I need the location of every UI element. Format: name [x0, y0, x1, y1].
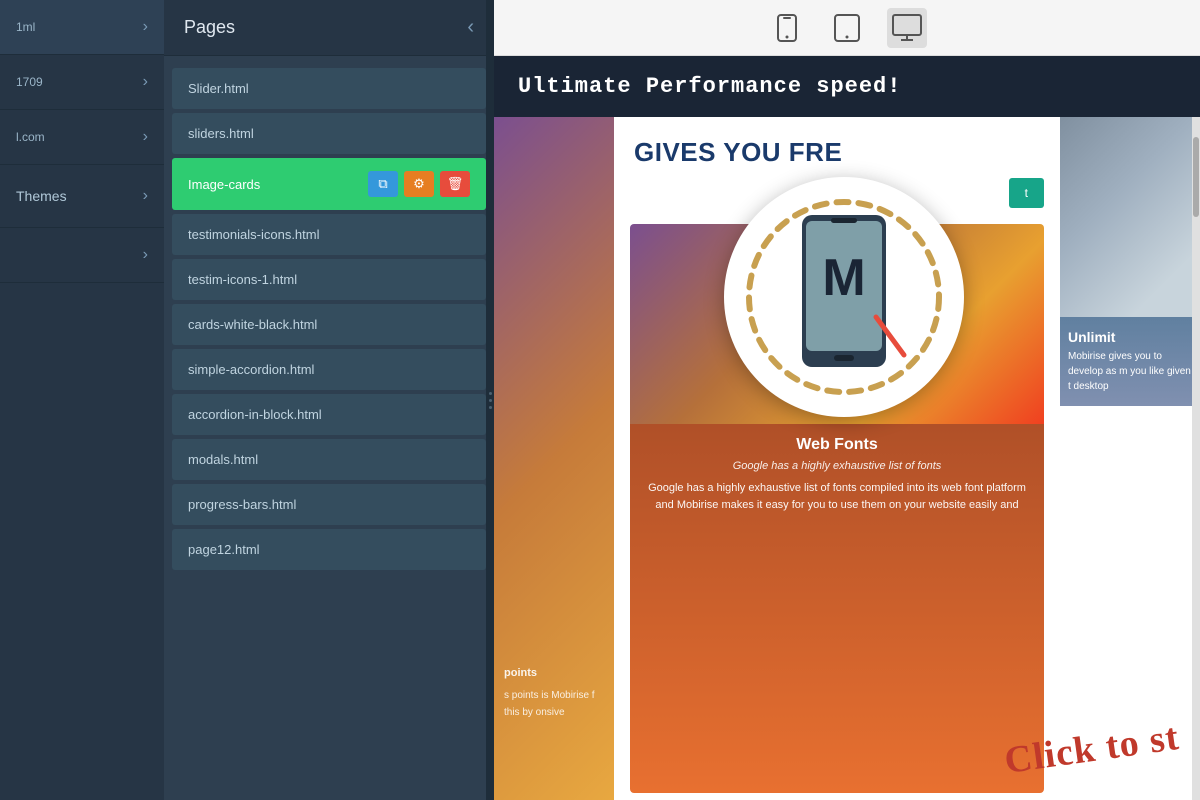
page-settings-button[interactable]: ⚙: [404, 171, 434, 197]
preview-card-1-subtitle: Google has a highly exhaustive list of f…: [642, 460, 1032, 472]
page-item-cards-white-black[interactable]: cards-white-black.html: [172, 304, 486, 345]
page-item-label: progress-bars.html: [188, 497, 296, 512]
sidebar-item-1-label: 1ml: [16, 20, 35, 34]
sidebar-item-3-label: l.com: [16, 130, 45, 144]
chevron-right-icon: ›: [143, 128, 148, 146]
page-item-label: page12.html: [188, 542, 260, 557]
preview-left-text: points s points is Mobirise f this by on…: [504, 665, 604, 721]
page-item-progress-bars[interactable]: progress-bars.html: [172, 484, 486, 525]
pages-panel-title: Pages: [184, 17, 235, 38]
page-item-testimonials[interactable]: testimonials-icons.html: [172, 214, 486, 255]
magnify-overlay: M: [724, 177, 964, 417]
preview-right-partial-image: [1060, 117, 1200, 317]
svg-text:M: M: [822, 249, 865, 307]
preview-right-partial-column: Unlimit Mobirise gives you to develop as…: [1060, 117, 1200, 800]
preview-left-text-2: s points is Mobirise f this by onsive: [504, 687, 604, 721]
preview-card-1-text: Google has a highly exhaustive list of f…: [642, 480, 1032, 513]
mobile-icon: [776, 14, 798, 42]
copy-page-button[interactable]: ⧉: [368, 171, 398, 197]
preview-right-partial-body: Unlimit Mobirise gives you to develop as…: [1060, 317, 1200, 406]
banner-headline: Ultimate Performance speed!: [518, 74, 901, 99]
resize-dots: [486, 0, 494, 800]
preview-cta-button: t: [1009, 178, 1044, 208]
preview-main-section: points s points is Mobirise f this by on…: [494, 117, 1200, 800]
close-icon[interactable]: ‹: [467, 16, 474, 39]
sidebar-item-themes-label: Themes: [16, 188, 67, 204]
sidebar-item-2-label: 1709: [16, 75, 43, 89]
chevron-right-icon: ›: [143, 73, 148, 91]
magnify-phone-svg: M: [734, 187, 954, 407]
preview-card-1-title: Web Fonts: [642, 436, 1032, 454]
sidebar-item-1[interactable]: 1ml ›: [0, 0, 164, 55]
page-item-label: modals.html: [188, 452, 258, 467]
page-item-label: accordion-in-block.html: [188, 407, 322, 422]
sidebar-item-2[interactable]: 1709 ›: [0, 55, 164, 110]
resize-handle[interactable]: [486, 0, 494, 800]
page-item-image-cards[interactable]: Image-cards ⧉ ⚙ 🗑: [172, 158, 486, 210]
preview-content: Ultimate Performance speed! points s poi…: [494, 56, 1200, 800]
resize-dot: [489, 399, 492, 402]
page-item-label: simple-accordion.html: [188, 362, 314, 377]
tablet-icon: [834, 14, 860, 42]
page-item-label: Slider.html: [188, 81, 249, 96]
chevron-right-icon: ›: [143, 187, 148, 205]
preview-banner: Ultimate Performance speed!: [494, 56, 1200, 117]
page-item-simple-accordion[interactable]: simple-accordion.html: [172, 349, 486, 390]
page-item-sliders[interactable]: sliders.html: [172, 113, 486, 154]
resize-dot: [489, 406, 492, 409]
page-item-label: testimonials-icons.html: [188, 227, 320, 242]
page-item-testim-icons-1[interactable]: testim-icons-1.html: [172, 259, 486, 300]
page-item-modals[interactable]: modals.html: [172, 439, 486, 480]
tablet-device-button[interactable]: [827, 8, 867, 48]
page-item-slider[interactable]: Slider.html: [172, 68, 486, 109]
sidebar-item-3[interactable]: l.com ›: [0, 110, 164, 165]
phone-icon-container: M: [732, 185, 956, 409]
preview-card-1-body: Web Fonts Google has a highly exhaustive…: [630, 424, 1044, 793]
pages-panel: Pages ‹ Slider.html sliders.html Image-c…: [164, 0, 494, 800]
preview-left-column: points s points is Mobirise f this by on…: [494, 117, 614, 800]
page-item-label: cards-white-black.html: [188, 317, 317, 332]
desktop-device-button[interactable]: [887, 8, 927, 48]
main-content: Ultimate Performance speed! points s poi…: [494, 0, 1200, 800]
preview-gives-you-text: GIVES YOU FRE: [614, 117, 1060, 178]
mobile-device-button[interactable]: [767, 8, 807, 48]
pages-header: Pages ‹: [164, 0, 494, 56]
page-item-actions: ⧉ ⚙ 🗑: [368, 171, 470, 197]
scroll-thumb: [1193, 137, 1199, 217]
page-item-label: testim-icons-1.html: [188, 272, 297, 287]
page-item-page12[interactable]: page12.html: [172, 529, 486, 570]
preview-right-partial-text: Mobirise gives you to develop as m you l…: [1068, 349, 1192, 394]
preview-area: Ultimate Performance speed! points s poi…: [494, 56, 1200, 800]
preview-left-text-1: points: [504, 665, 604, 683]
page-item-label: Image-cards: [188, 177, 260, 192]
sidebar-item-themes[interactable]: Themes ›: [0, 165, 164, 228]
page-item-label: sliders.html: [188, 126, 254, 141]
sidebar-item-5[interactable]: ›: [0, 228, 164, 283]
scroll-indicator[interactable]: [1192, 117, 1200, 800]
desktop-icon: [892, 14, 922, 42]
resize-dot: [489, 392, 492, 395]
preview-right-partial-title: Unlimit: [1068, 329, 1192, 345]
top-toolbar: [494, 0, 1200, 56]
pages-list: Slider.html sliders.html Image-cards ⧉ ⚙…: [164, 56, 494, 800]
chevron-right-icon: ›: [143, 18, 148, 36]
page-item-accordion-in-block[interactable]: accordion-in-block.html: [172, 394, 486, 435]
delete-page-button[interactable]: 🗑: [440, 171, 470, 197]
chevron-right-icon: ›: [143, 246, 148, 264]
sidebar: 1ml › 1709 › l.com › Themes › ›: [0, 0, 164, 800]
